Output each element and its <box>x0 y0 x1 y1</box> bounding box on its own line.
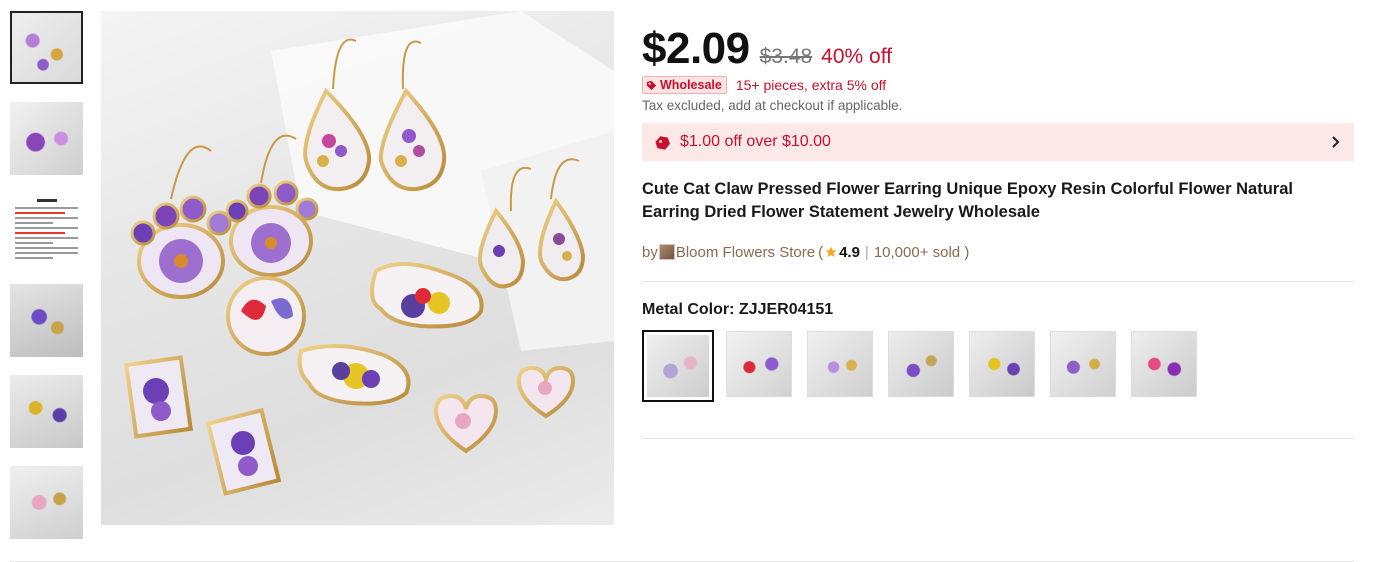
wholesale-offer-text: 15+ pieces, extra 5% off <box>735 77 887 93</box>
thumbnail-image <box>10 284 83 357</box>
earrings-photo <box>123 11 614 496</box>
thumbnail-5[interactable] <box>10 375 83 448</box>
variant-swatch-3[interactable] <box>807 331 873 397</box>
separator: | <box>864 243 869 261</box>
wholesale-badge: Wholesale <box>642 76 727 94</box>
swatch-image <box>889 332 953 396</box>
swatch-image <box>727 332 791 396</box>
open-paren: ( <box>818 243 824 261</box>
variant-swatch-6[interactable] <box>1050 331 1116 397</box>
coupon-tag-icon <box>655 135 671 150</box>
variant-swatch-2[interactable] <box>726 331 792 397</box>
star-icon <box>825 246 837 257</box>
thumbnail-image <box>10 102 83 175</box>
thumbnail-image <box>10 375 83 448</box>
price-row: $2.09 $3.48 40% off <box>642 24 1354 73</box>
chevron-right-icon[interactable] <box>1330 136 1340 148</box>
store-avatar[interactable] <box>658 244 675 260</box>
swatch-image <box>970 332 1034 396</box>
divider <box>642 438 1354 439</box>
thumbnail-list <box>10 11 83 557</box>
wholesale-row: Wholesale 15+ pieces, extra 5% off <box>642 76 1354 94</box>
swatch-image <box>808 332 872 396</box>
sold-count: 10,000+ sold ) <box>873 243 970 261</box>
tax-note: Tax excluded, add at checkout if applica… <box>642 98 903 113</box>
variant-swatches <box>642 330 1354 402</box>
store-rating: 4.9 <box>839 243 860 261</box>
variant-swatch-5[interactable] <box>969 331 1035 397</box>
product-title: Cute Cat Claw Pressed Flower Earring Uni… <box>642 180 1293 221</box>
swatch-image <box>1051 332 1115 396</box>
main-product-image[interactable] <box>101 11 614 525</box>
coupon-left: $1.00 off over $10.00 <box>654 133 831 151</box>
variant-swatch-4[interactable] <box>888 331 954 397</box>
thumbnail-image <box>10 466 83 539</box>
variant-swatch-7[interactable] <box>1131 331 1197 397</box>
swatch-image <box>647 335 709 397</box>
thumbnail-4[interactable] <box>10 284 83 357</box>
current-price: $2.09 <box>642 24 750 73</box>
thumbnail-1[interactable] <box>10 11 83 84</box>
thumbnail-3[interactable] <box>10 193 83 266</box>
product-info-panel: $2.09 $3.48 40% off Wholesale 15+ pieces… <box>642 24 1354 439</box>
tag-icon <box>646 80 657 90</box>
thumbnail-6[interactable] <box>10 466 83 539</box>
store-row: by Bloom Flowers Store ( 4.9 | 10,000+ s… <box>642 243 1354 261</box>
by-label: by <box>642 243 658 261</box>
wholesale-badge-label: Wholesale <box>660 78 722 92</box>
original-price: $3.48 <box>759 45 813 68</box>
variant-label: Metal Color: ZJJER04151 <box>642 301 834 318</box>
store-name-link[interactable]: Bloom Flowers Store <box>676 244 815 261</box>
thumbnail-image <box>12 13 81 82</box>
divider <box>642 281 1354 282</box>
discount-label: 40% off <box>821 45 893 68</box>
coupon-text: $1.00 off over $10.00 <box>680 133 831 150</box>
thumbnail-document-image <box>10 193 83 266</box>
coupon-bar[interactable]: $1.00 off over $10.00 <box>642 123 1354 161</box>
swatch-image <box>1132 332 1196 396</box>
thumbnail-2[interactable] <box>10 102 83 175</box>
variant-swatch-1[interactable] <box>642 330 714 402</box>
